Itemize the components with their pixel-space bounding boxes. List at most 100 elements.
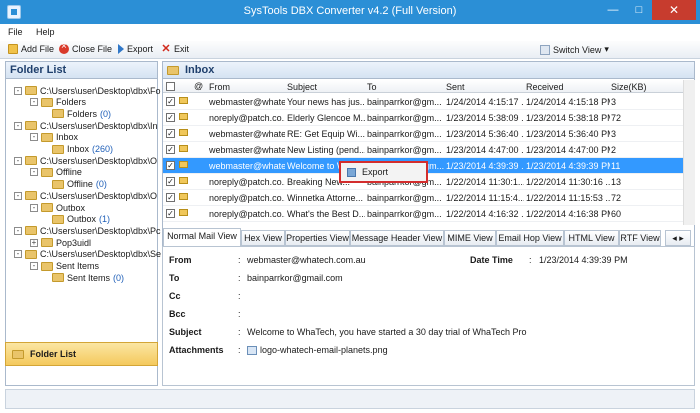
exit-button[interactable]: ✕ Exit	[161, 43, 189, 55]
row-checkbox[interactable]: ✓	[166, 113, 175, 122]
message-row[interactable]: ✓ webmaster@whatech...RE: Get Equip Wi...…	[163, 126, 683, 142]
cell-received: 1/23/2014 5:38:18 PM	[526, 113, 610, 123]
close-file-icon	[59, 41, 69, 54]
collapse-icon[interactable]: -	[14, 86, 22, 95]
envelope-icon	[179, 113, 188, 120]
add-file-button[interactable]: Add File	[8, 44, 54, 54]
collapse-icon[interactable]: -	[14, 250, 22, 259]
column-to[interactable]: To	[367, 82, 377, 92]
close-window-button[interactable]: ✕	[652, 0, 696, 20]
cell-sent: 1/24/2014 4:15:17 ...	[446, 97, 524, 107]
message-row[interactable]: ✓ noreply@patch.co... Elderly Glencoe M...…	[163, 110, 683, 126]
tab-email-hop-view[interactable]: Email Hop View	[496, 230, 564, 246]
attachment-link[interactable]: logo-whatech-email-planets.png	[247, 345, 388, 355]
cell-sent: 1/23/2014 5:38:09 ...	[446, 113, 524, 123]
tree-item-label: Offline	[56, 167, 82, 178]
row-checkbox[interactable]: ✓	[166, 193, 175, 202]
cell-subject: Winnetka Attorne...	[287, 193, 364, 203]
column-sent[interactable]: Sent	[446, 82, 465, 92]
exit-icon: ✕	[161, 43, 171, 55]
maximize-button[interactable]: □	[626, 0, 652, 20]
row-checkbox[interactable]: ✓	[166, 177, 175, 186]
switch-view-button[interactable]: Switch View ▾	[540, 44, 609, 55]
to-label: To	[169, 273, 180, 283]
view-tabs: Normal Mail View Hex View Properties View M…	[162, 228, 695, 246]
column-subject[interactable]: Subject	[287, 82, 317, 92]
collapse-icon[interactable]: -	[14, 226, 22, 235]
close-file-button[interactable]: Close File	[59, 41, 112, 54]
cc-label: Cc	[169, 291, 181, 301]
tree-item-count: (1)	[99, 214, 111, 225]
collapse-icon[interactable]: -	[30, 168, 38, 177]
tab-mime-view[interactable]: MIME View	[444, 230, 496, 246]
folder-list-panel: Folder List - C:\Users\user\Desktop\dbx\F…	[5, 61, 161, 386]
select-all-checkbox[interactable]	[166, 82, 175, 91]
folder-icon	[25, 121, 37, 131]
envelope-icon	[179, 161, 188, 168]
folder-list-tab-label: Folder List	[30, 349, 77, 359]
folder-list-tab[interactable]: Folder List	[5, 342, 158, 366]
cell-from: webmaster@whatech...	[209, 129, 285, 139]
tab-message-header-view[interactable]: Message Header View	[350, 230, 444, 246]
row-checkbox[interactable]: ✓	[166, 129, 175, 138]
cell-size: 11	[611, 161, 621, 171]
expand-icon[interactable]: +	[30, 238, 38, 247]
menu-help[interactable]: Help	[36, 27, 55, 37]
cell-to: bainparrkor@gm...	[367, 97, 442, 107]
tab-normal-mail-view[interactable]: Normal Mail View	[163, 228, 241, 246]
message-row[interactable]: ✓ noreply@patch.co... Winnetka Attorne... b…	[163, 190, 683, 206]
menu-file[interactable]: File	[8, 27, 23, 37]
export-button[interactable]: Export	[118, 44, 153, 54]
message-list-scrollbar[interactable]	[683, 80, 695, 225]
collapse-icon[interactable]: -	[30, 262, 38, 270]
envelope-icon	[179, 129, 188, 136]
cell-to: bainparrkor@gm...	[367, 193, 442, 203]
date-colon: :	[529, 255, 532, 265]
column-size[interactable]: Size(KB)	[611, 82, 647, 92]
message-row[interactable]: ✓ webmaster@whatech...Your news has jus..…	[163, 94, 683, 110]
folder-icon	[25, 226, 37, 236]
row-checkbox[interactable]: ✓	[166, 209, 175, 218]
export-label: Export	[127, 44, 154, 54]
tab-rtf-view[interactable]: RTF View	[619, 230, 661, 246]
tab-scroll-arrows[interactable]: ◂ ▸	[665, 230, 691, 246]
collapse-icon[interactable]: -	[14, 156, 22, 165]
row-checkbox[interactable]: ✓	[166, 145, 175, 154]
context-menu-export[interactable]: Export	[362, 167, 388, 177]
envelope-icon	[179, 97, 188, 104]
tab-properties-view[interactable]: Properties View	[285, 230, 350, 246]
collapse-icon[interactable]: -	[30, 98, 38, 107]
attachment-column-icon: @	[194, 81, 204, 91]
chevron-down-icon: ▾	[604, 44, 609, 54]
tree-item-count: (0)	[113, 272, 125, 283]
collapse-icon[interactable]: -	[14, 121, 22, 130]
image-file-icon	[247, 345, 257, 355]
title-bar: SysTools DBX Converter v4.2 (Full Versio…	[0, 0, 700, 24]
message-row[interactable]: ✓ webmaster@whatech...New Listing (pend..…	[163, 142, 683, 158]
row-checkbox[interactable]: ✓	[166, 161, 175, 170]
switch-view-label: Switch View	[553, 44, 602, 55]
message-row[interactable]: ✓ noreply@patch.co... What's the Best D...…	[163, 206, 683, 222]
tab-html-view[interactable]: HTML View	[564, 230, 619, 246]
tree-item-count: (0)	[100, 108, 112, 119]
collapse-icon[interactable]: -	[30, 203, 38, 212]
folder-icon	[25, 156, 37, 166]
collapse-icon[interactable]: -	[14, 191, 22, 200]
tree-item[interactable]: Sent Items (0)	[52, 271, 124, 284]
row-checkbox[interactable]: ✓	[166, 97, 175, 106]
mail-preview: From : webmaster@whatech.com.au Date Tim…	[162, 246, 695, 386]
minimize-button[interactable]: —	[600, 0, 626, 20]
cell-sent: 1/23/2014 5:36:40 ...	[446, 129, 524, 139]
cell-from: webmaster@whatech...	[209, 97, 285, 107]
cell-size: 3	[611, 129, 617, 139]
inbox-header: Inbox	[163, 62, 694, 79]
column-received[interactable]: Received	[526, 82, 564, 92]
inbox-title: Inbox	[185, 64, 215, 76]
folder-list-title: Folder List	[6, 62, 157, 79]
add-file-icon	[8, 44, 18, 54]
cell-size: 60	[611, 209, 622, 219]
cell-sent: 1/22/2014 11:15:4...	[446, 193, 524, 203]
column-from[interactable]: From	[209, 82, 230, 92]
tab-hex-view[interactable]: Hex View	[241, 230, 285, 246]
collapse-icon[interactable]: -	[30, 133, 38, 142]
